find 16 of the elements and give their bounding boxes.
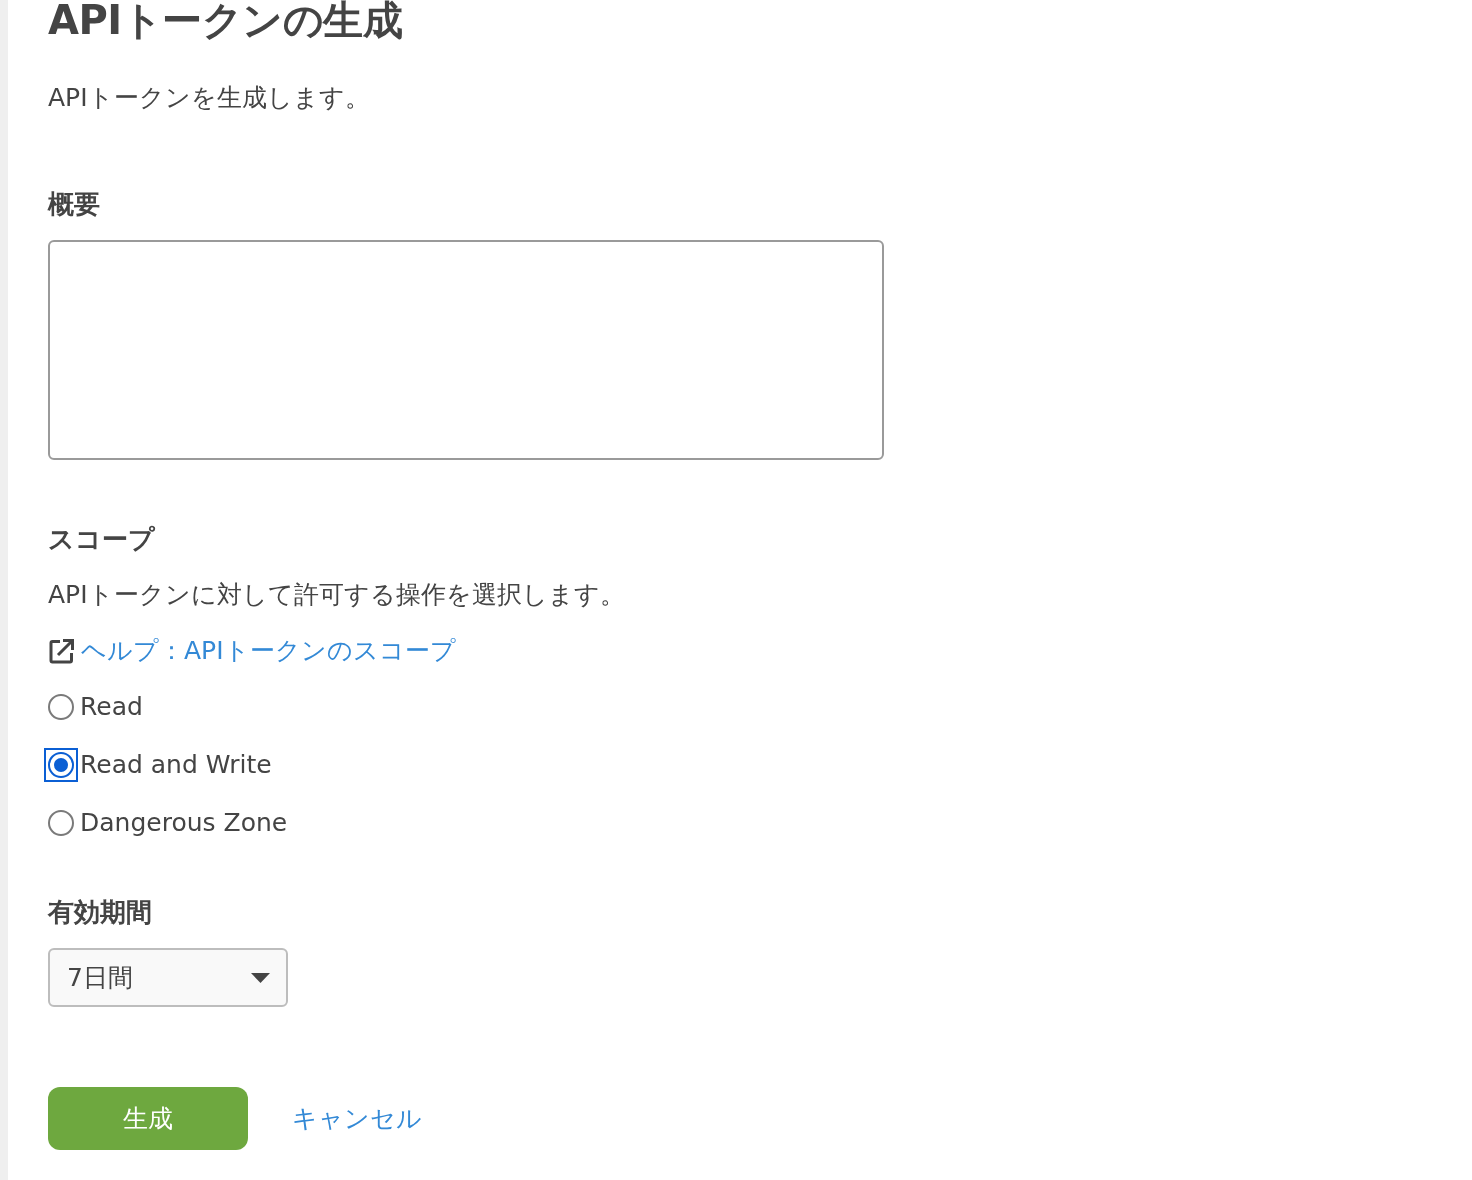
page-description: APIトークンを生成します。 [48, 82, 371, 114]
summary-label: 概要 [48, 188, 101, 221]
cancel-link[interactable]: キャンセル [292, 1099, 422, 1138]
scope-label: スコープ [48, 523, 156, 556]
radio-label[interactable]: Dangerous Zone [80, 805, 288, 841]
caret-icon [251, 972, 270, 983]
expiry-select[interactable]: 7日間 [48, 948, 288, 1007]
external-link-icon [48, 637, 75, 665]
help-link[interactable]: ヘルプ：APIトークンのスコープ [81, 633, 456, 669]
summary-field[interactable] [48, 240, 884, 460]
scope-description: APIトークンに対して許可する操作を選択します。 [48, 579, 626, 611]
radio-button[interactable] [44, 748, 78, 782]
radio-label[interactable]: Read [80, 689, 143, 725]
page-title: APIトークンの生成 [48, 0, 404, 40]
expiry-label: 有効期間 [48, 896, 153, 929]
radio-label[interactable]: Read and Write [80, 747, 272, 783]
